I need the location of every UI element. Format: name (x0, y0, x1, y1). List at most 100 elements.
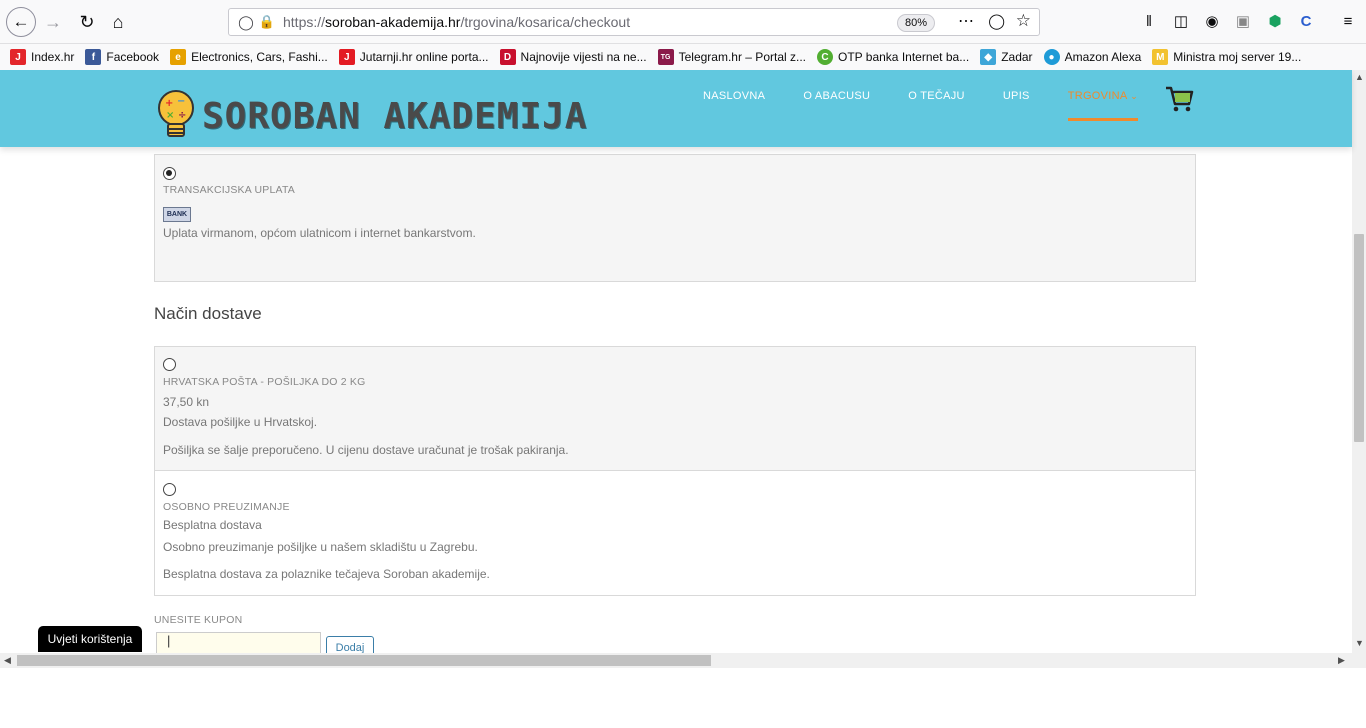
url-scheme: https:// (283, 14, 326, 30)
bookmark-item[interactable]: TG Telegram.hr – Portal z... (657, 49, 806, 65)
nav-trgovina-label: TRGOVINA (1067, 90, 1127, 102)
facebook-icon: f (85, 49, 102, 65)
bookmark-label: OTP banka Internet ba... (838, 50, 970, 64)
bookmark-label: Ministra moj server 19... (1173, 50, 1302, 64)
vertical-scroll-thumb[interactable] (1354, 234, 1364, 442)
bookmark-item[interactable]: e Electronics, Cars, Fashi... (170, 49, 328, 65)
shipping-option-price: Besplatna dostava (163, 518, 262, 532)
bookmark-label: Zadar (1001, 50, 1033, 64)
sidebar-icon[interactable]: ◫ (1171, 12, 1191, 32)
nav-upis[interactable]: UPIS (1003, 90, 1030, 121)
scroll-up-icon[interactable]: ▲ (1355, 72, 1364, 82)
shipping-option-line1: Dostava pošiljke u Hrvatskoj. (163, 415, 318, 429)
back-arrow-icon[interactable]: ← (6, 7, 36, 37)
bookmark-item[interactable]: C OTP banka Internet ba... (817, 49, 969, 65)
payment-description: Uplata virmanom, općom ulatnicom i inter… (163, 226, 476, 240)
otp-icon: C (817, 49, 833, 65)
zoom-level-badge[interactable]: 80% (896, 14, 935, 32)
svg-text:÷: ÷ (178, 110, 186, 121)
bookmark-item[interactable]: M Ministra moj server 19... (1152, 49, 1301, 65)
svg-text:+: + (165, 98, 173, 109)
reload-icon[interactable]: ↻ (72, 7, 102, 37)
forward-arrow-icon[interactable]: → (38, 7, 68, 37)
lightbulb-logo-icon[interactable]: + − × ÷ (156, 90, 196, 142)
horizontal-scrollbar[interactable]: ◀ ▶ (0, 653, 1352, 668)
svg-text:−: − (177, 96, 185, 107)
bookmark-label: Facebook (106, 50, 160, 64)
url-path: /trgovina/kosarica/checkout (460, 14, 631, 30)
shipping-option-line1: Osobno preuzimanje pošiljke u našem skla… (163, 540, 478, 554)
bookmark-item[interactable]: D Najnovije vijesti na ne... (499, 49, 647, 65)
horizontal-scroll-thumb[interactable] (17, 655, 711, 666)
terms-of-use-tab[interactable]: Uvjeti korištenja (38, 626, 142, 652)
menu-hamburger-icon[interactable]: ≡ (1338, 12, 1358, 32)
pocket-icon[interactable]: ◯ (988, 12, 1005, 30)
shopping-cart-icon[interactable] (1164, 84, 1194, 114)
svg-text:×: × (166, 110, 174, 121)
shipping-option-line2: Besplatna dostava za polaznike tečajeva … (163, 567, 490, 581)
payment-option-bank-transfer: TRANSAKCIJSKA UPLATA BANK Uplata virmano… (154, 154, 1196, 282)
nav-o-tecaju[interactable]: O TEČAJU (908, 90, 965, 121)
url-bar[interactable]: ◯ 🔒 https://soroban-akademija.hr/trgovin… (228, 8, 1040, 36)
bank-badge: BANK (163, 207, 191, 222)
payment-radio-bank[interactable] (163, 167, 176, 180)
chevron-down-icon: ⌄ (1130, 91, 1139, 101)
tracking-shield-icon[interactable]: ◯ (235, 14, 257, 31)
shipping-radio-osobno[interactable] (163, 483, 176, 496)
alexa-icon: ● (1043, 49, 1060, 65)
nav-trgovina[interactable]: TRGOVINA ⌄ (1067, 90, 1139, 121)
shield-extension-icon[interactable]: ⬢ (1265, 12, 1285, 32)
scroll-left-icon[interactable]: ◀ (4, 655, 11, 666)
ebay-icon: e (170, 49, 187, 65)
shipping-option-price: 37,50 kn (163, 395, 210, 409)
payment-title: TRANSAKCIJSKA UPLATA (163, 184, 295, 196)
bookmark-item[interactable]: J Jutarnji.hr online porta... (338, 49, 489, 65)
vertical-scrollbar[interactable]: ▲ ▼ (1352, 70, 1366, 653)
shipping-option-line2: Pošiljka se šalje preporučeno. U cijenu … (163, 443, 569, 457)
library-icon[interactable]: ‖ (1139, 12, 1159, 32)
scroll-right-icon[interactable]: ▶ (1338, 655, 1345, 666)
bookmarks-bar: J Index.hr f Facebook e Electronics, Cars, … (0, 44, 1366, 70)
bank-icon: BANK (163, 203, 191, 222)
page-actions-icon[interactable]: ⋯ (958, 11, 975, 31)
bookmark-star-icon[interactable]: ☆ (1016, 11, 1031, 31)
shipping-radio-posta[interactable] (163, 358, 176, 371)
url-text[interactable]: https://soroban-akademija.hr/trgovina/ko… (283, 14, 630, 30)
url-host: soroban-akademija.hr (325, 14, 461, 30)
shipping-option-title: HRVATSKA POŠTA - POŠILJKA DO 2 KG (163, 376, 366, 388)
extension-grey-icon[interactable]: ▣ (1233, 12, 1253, 32)
bookmark-item[interactable]: ◆ Zadar (980, 49, 1033, 65)
bookmark-label: Electronics, Cars, Fashi... (191, 50, 328, 64)
site-header: + − × ÷ SOROBAN AKADEMIJA NASLOVNA O ABA… (0, 70, 1352, 147)
home-icon[interactable]: ⌂ (103, 7, 133, 37)
lock-icon[interactable]: 🔒 (257, 14, 277, 30)
scroll-down-icon[interactable]: ▼ (1355, 638, 1364, 648)
shipping-option-title: OSOBNO PREUZIMANJE (163, 501, 290, 513)
jutarnji-icon: J (338, 49, 355, 65)
shipping-option-osobno-preuzimanje[interactable]: OSOBNO PREUZIMANJE Besplatna dostava Oso… (155, 471, 1195, 595)
shipping-section-title: Način dostave (154, 304, 262, 323)
browser-toolbar: ← → ↻ ⌂ ◯ 🔒 https://soroban-akademija.hr… (0, 0, 1366, 44)
main-nav: NASLOVNA O ABACUSU O TEČAJU UPIS TRGOVIN… (703, 90, 1176, 121)
shipping-option-hrvatska-posta[interactable]: HRVATSKA POŠTA - POŠILJKA DO 2 KG 37,50 … (155, 347, 1195, 471)
nav-naslovna[interactable]: NASLOVNA (703, 90, 765, 121)
bookmark-label: Amazon Alexa (1064, 50, 1142, 64)
site-logo-text[interactable]: SOROBAN AKADEMIJA (202, 96, 587, 137)
nav-o-abacusu[interactable]: O ABACUSU (803, 90, 870, 121)
bookmark-item[interactable]: f Facebook (85, 49, 159, 65)
bookmark-label: Telegram.hr – Portal z... (678, 50, 806, 64)
coupon-label: UNESITE KUPON (154, 614, 243, 626)
coupon-input[interactable]: | (156, 632, 321, 653)
dnevnik-icon: D (499, 49, 516, 65)
scrollbar-corner (1352, 653, 1366, 668)
bookmark-item[interactable]: ● Amazon Alexa (1043, 49, 1142, 65)
ministra-icon: M (1152, 49, 1169, 65)
account-icon[interactable]: ◉ (1202, 12, 1222, 32)
zadar-icon: ◆ (980, 49, 997, 65)
coupon-add-button[interactable]: Dodaj (326, 636, 374, 653)
bookmark-label: Najnovije vijesti na ne... (520, 50, 647, 64)
bookmark-item[interactable]: J Index.hr (10, 49, 74, 65)
page-viewport: + − × ÷ SOROBAN AKADEMIJA NASLOVNA O ABA… (0, 70, 1366, 653)
shipping-options: HRVATSKA POŠTA - POŠILJKA DO 2 KG 37,50 … (154, 346, 1196, 596)
c-extension-icon[interactable]: C (1296, 12, 1316, 32)
